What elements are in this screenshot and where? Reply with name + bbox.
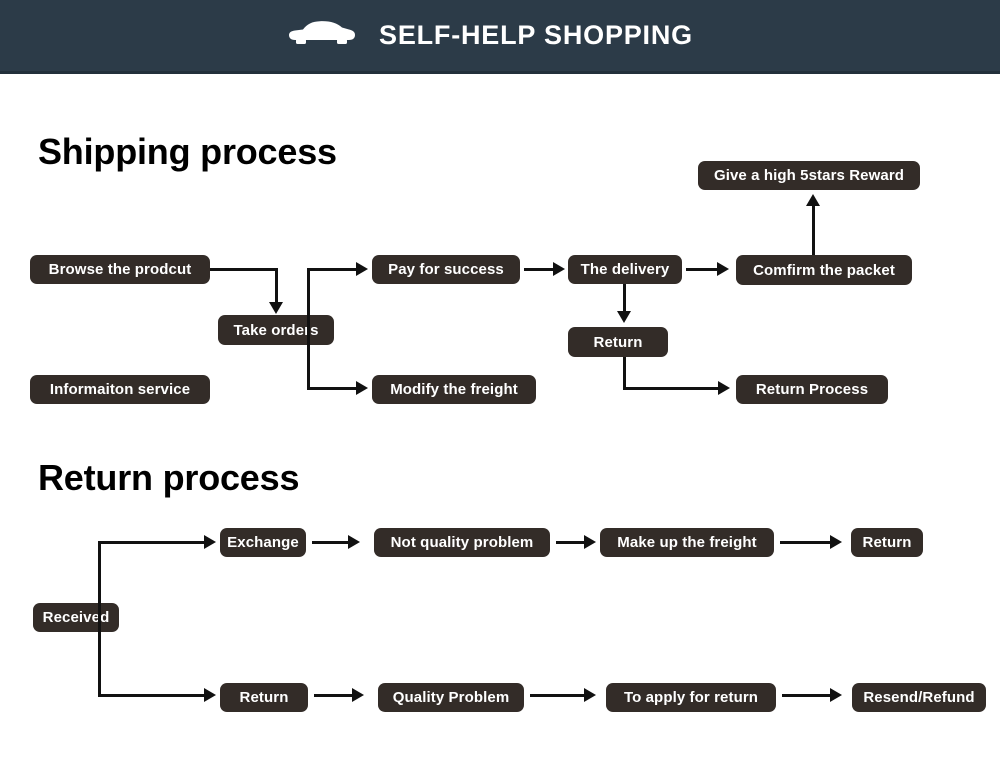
arrowhead-return-to-returnprocess xyxy=(718,381,730,395)
car-icon xyxy=(287,18,357,53)
connector-takeorders-to-modify-h xyxy=(307,387,358,390)
arrowhead-received-to-exchange xyxy=(204,535,216,549)
node-return-shipping[interactable]: Return xyxy=(568,327,668,357)
node-take-orders[interactable]: Take orders xyxy=(218,315,334,345)
arrowhead-confirm-to-reward xyxy=(806,194,820,206)
arrowhead-delivery-to-return xyxy=(617,311,631,323)
node-information-service[interactable]: Informaiton service xyxy=(30,375,210,404)
arrowhead-return-to-quality xyxy=(352,688,364,702)
app-header: SELF-HELP SHOPPING xyxy=(0,0,1000,74)
node-the-delivery[interactable]: The delivery xyxy=(568,255,682,284)
connector-received-to-exchange-h xyxy=(98,541,206,544)
node-received[interactable]: Received xyxy=(33,603,119,632)
connector-exchange-to-notquality xyxy=(312,541,350,544)
connector-apply-to-resend xyxy=(782,694,832,697)
connector-return-to-quality xyxy=(314,694,354,697)
connector-received-spine xyxy=(98,541,101,697)
node-return-process[interactable]: Return Process xyxy=(736,375,888,404)
connector-confirm-to-reward-v xyxy=(812,205,815,255)
connector-delivery-to-return-v xyxy=(623,284,626,313)
connector-quality-to-apply xyxy=(530,694,586,697)
connector-takeorders-to-pay-h xyxy=(307,268,358,271)
node-make-up-the-freight[interactable]: Make up the freight xyxy=(600,528,774,557)
node-resend-refund[interactable]: Resend/Refund xyxy=(852,683,986,712)
arrowhead-pay-to-delivery xyxy=(553,262,565,276)
arrowhead-takeorders-to-pay xyxy=(356,262,368,276)
node-confirm-the-packet[interactable]: Comfirm the packet xyxy=(736,255,912,285)
node-exchange[interactable]: Exchange xyxy=(220,528,306,557)
connector-takeorders-spine xyxy=(307,268,310,389)
connector-return-to-returnprocess-v xyxy=(623,357,626,389)
arrowhead-takeorders-to-modify xyxy=(356,381,368,395)
node-pay-for-success[interactable]: Pay for success xyxy=(372,255,520,284)
node-browse-the-product[interactable]: Browse the prodcut xyxy=(30,255,210,284)
node-not-quality-problem[interactable]: Not quality problem xyxy=(374,528,550,557)
connector-notquality-to-makeup xyxy=(556,541,586,544)
node-return-exchange-end[interactable]: Return xyxy=(851,528,923,557)
connector-browse-to-takeorders-h xyxy=(210,268,278,271)
diagram-canvas: Shipping process Browse the prodcut Info… xyxy=(0,77,1000,784)
return-process-title: Return process xyxy=(38,457,300,498)
arrowhead-received-to-return xyxy=(204,688,216,702)
connector-makeup-to-return xyxy=(780,541,832,544)
arrowhead-exchange-to-notquality xyxy=(348,535,360,549)
arrowhead-makeup-to-return xyxy=(830,535,842,549)
shipping-process-title: Shipping process xyxy=(38,131,337,172)
connector-pay-to-delivery xyxy=(524,268,556,271)
arrowhead-browse-to-takeorders xyxy=(269,302,283,314)
node-give-high-5stars-reward[interactable]: Give a high 5stars Reward xyxy=(698,161,920,190)
arrowhead-quality-to-apply xyxy=(584,688,596,702)
connector-delivery-to-confirm xyxy=(686,268,719,271)
node-return-quality-start[interactable]: Return xyxy=(220,683,308,712)
node-to-apply-for-return[interactable]: To apply for return xyxy=(606,683,776,712)
connector-received-to-return-h xyxy=(98,694,206,697)
header-content: SELF-HELP SHOPPING xyxy=(287,18,693,53)
app-title: SELF-HELP SHOPPING xyxy=(379,20,693,50)
node-quality-problem[interactable]: Quality Problem xyxy=(378,683,524,712)
node-modify-the-freight[interactable]: Modify the freight xyxy=(372,375,536,404)
connector-return-to-returnprocess-h xyxy=(623,387,720,390)
connector-browse-to-takeorders-v xyxy=(275,268,278,304)
arrowhead-delivery-to-confirm xyxy=(717,262,729,276)
arrowhead-apply-to-resend xyxy=(830,688,842,702)
arrowhead-notquality-to-makeup xyxy=(584,535,596,549)
